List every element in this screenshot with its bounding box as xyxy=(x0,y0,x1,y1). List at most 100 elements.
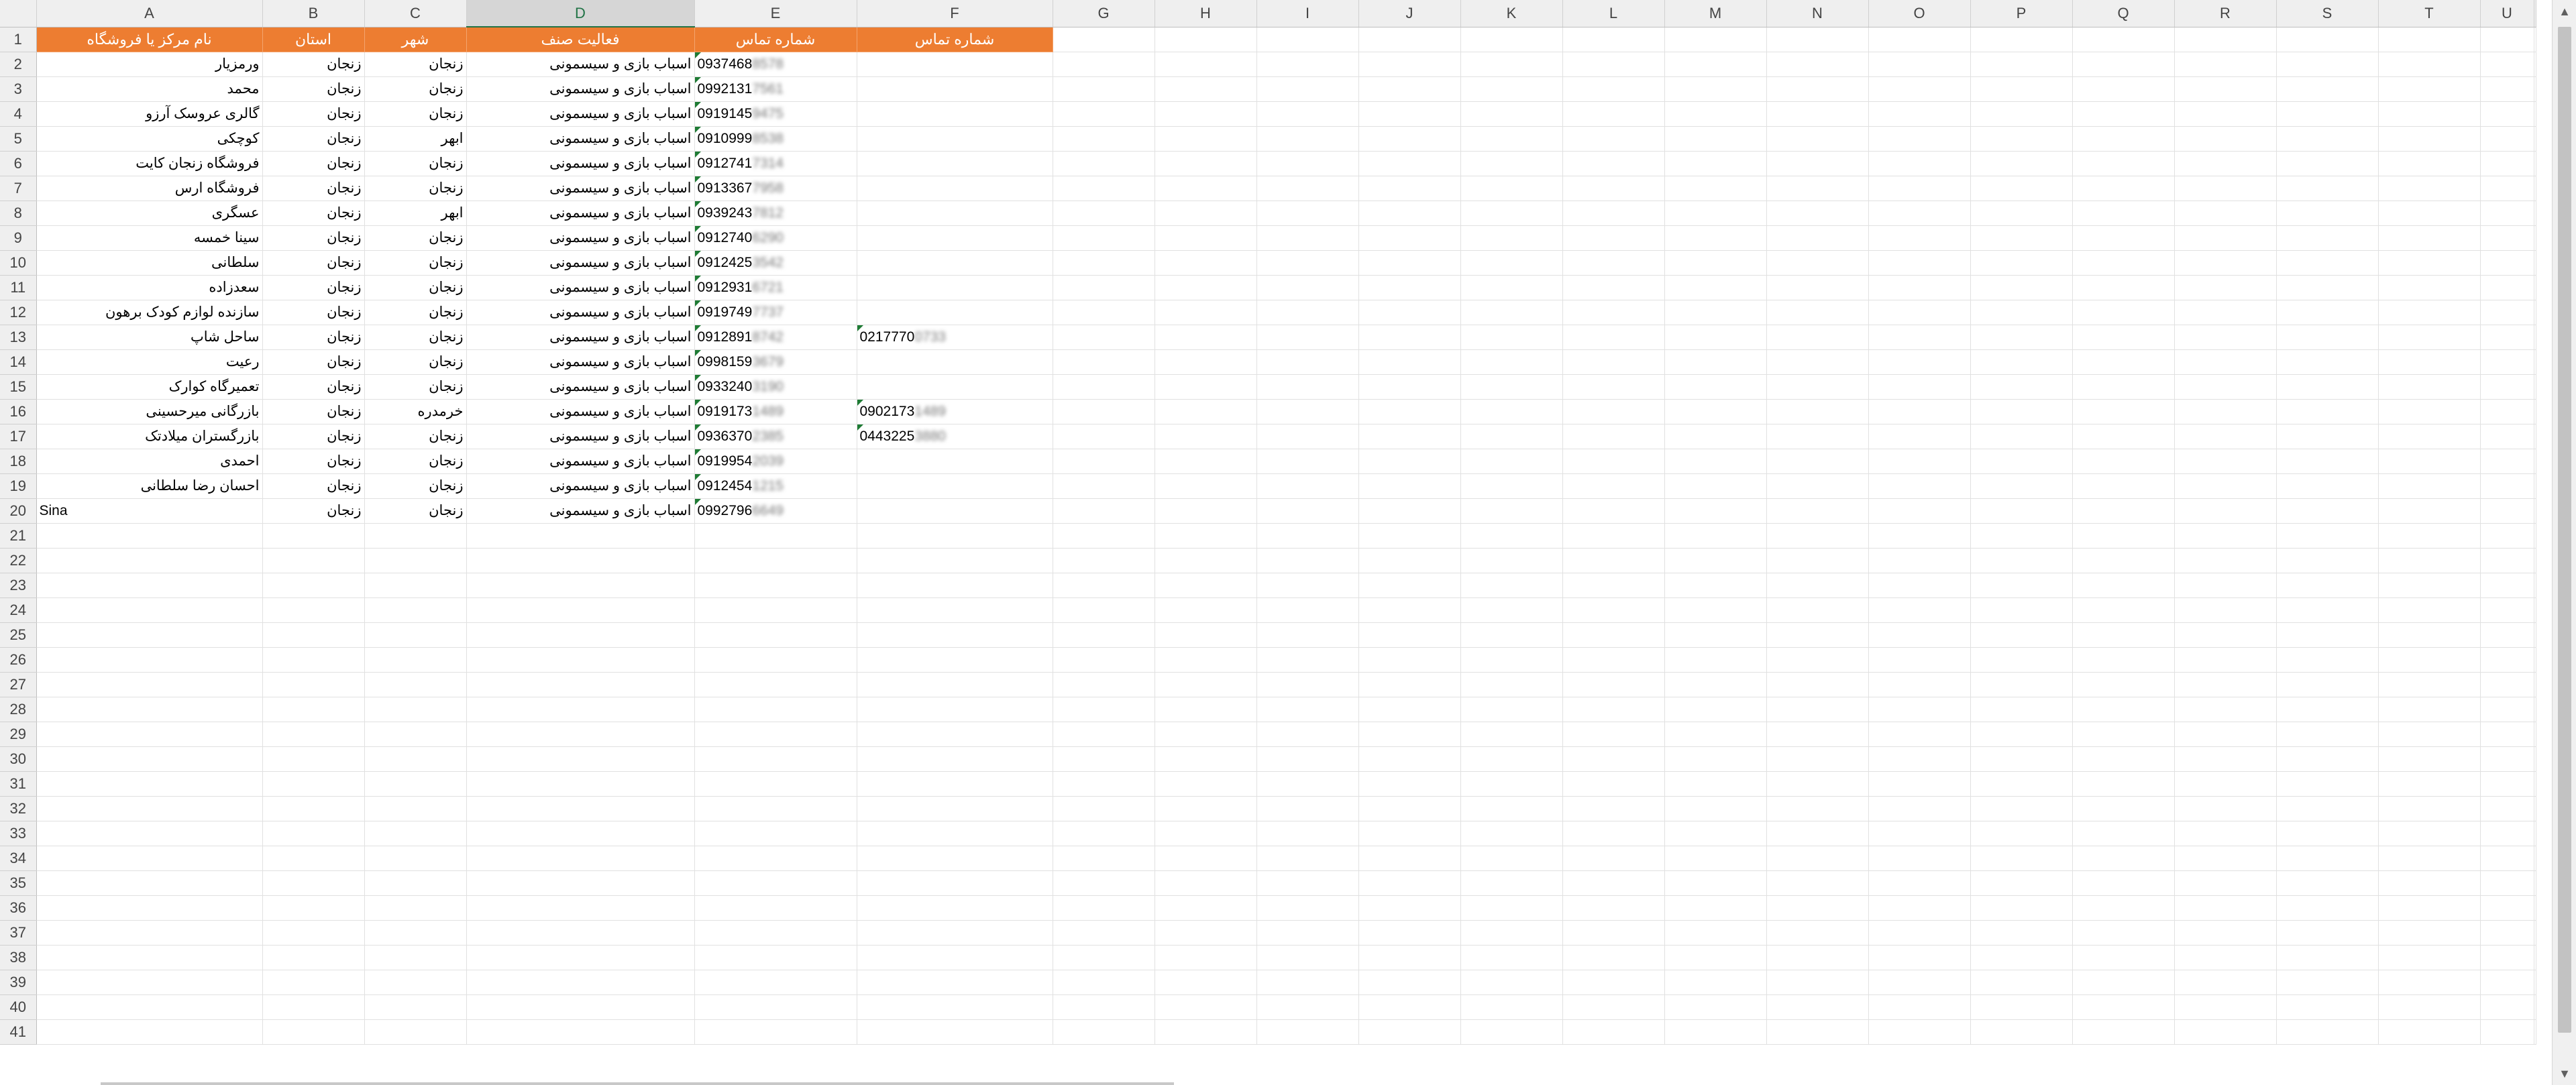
empty-cell[interactable] xyxy=(2072,424,2175,449)
empty-cell[interactable] xyxy=(364,920,467,946)
empty-cell[interactable] xyxy=(2534,994,2536,1020)
empty-cell[interactable] xyxy=(1970,449,2073,474)
cell-activity[interactable]: اسباب بازی و سیسمونی xyxy=(466,176,695,201)
empty-cell[interactable] xyxy=(1766,622,1869,648)
cell-province[interactable]: زنجان xyxy=(262,151,365,176)
empty-cell[interactable] xyxy=(2276,250,2379,276)
empty-cell[interactable] xyxy=(2480,275,2534,300)
empty-cell[interactable] xyxy=(2534,597,2536,623)
empty-cell[interactable] xyxy=(2276,697,2379,722)
empty-cell[interactable] xyxy=(466,746,695,772)
empty-cell[interactable] xyxy=(1460,895,1563,921)
empty-cell[interactable] xyxy=(466,870,695,896)
column-header-k[interactable]: K xyxy=(1460,0,1563,27)
empty-cell[interactable] xyxy=(2276,622,2379,648)
empty-cell[interactable] xyxy=(1358,76,1461,102)
empty-cell[interactable] xyxy=(1460,846,1563,871)
empty-cell[interactable] xyxy=(2480,895,2534,921)
empty-cell[interactable] xyxy=(466,647,695,673)
empty-cell[interactable] xyxy=(1562,176,1665,201)
cell-province[interactable]: زنجان xyxy=(262,473,365,499)
empty-cell[interactable] xyxy=(1358,449,1461,474)
empty-cell[interactable] xyxy=(694,846,857,871)
empty-cell[interactable] xyxy=(694,573,857,598)
cell-city[interactable]: ابهر xyxy=(364,126,467,152)
empty-cell[interactable] xyxy=(1460,424,1563,449)
empty-cell[interactable] xyxy=(857,970,1053,995)
empty-cell[interactable] xyxy=(2378,473,2481,499)
empty-cell[interactable] xyxy=(2480,1019,2534,1045)
empty-cell[interactable] xyxy=(1256,449,1359,474)
cell-phone-2[interactable]: 02177700733 xyxy=(857,325,1053,350)
empty-cell[interactable] xyxy=(2480,672,2534,697)
row-header[interactable]: 32 xyxy=(0,796,37,821)
empty-cell[interactable] xyxy=(1155,994,1257,1020)
empty-cell[interactable] xyxy=(1460,101,1563,127)
cell-phone-2[interactable]: 09021731489 xyxy=(857,399,1053,424)
cell-city[interactable]: ابهر xyxy=(364,201,467,226)
cell-name[interactable]: رعیت xyxy=(36,349,263,375)
empty-cell[interactable] xyxy=(1766,250,1869,276)
empty-cell[interactable] xyxy=(2534,920,2536,946)
empty-cell[interactable] xyxy=(1256,250,1359,276)
cell-city[interactable]: زنجان xyxy=(364,449,467,474)
empty-cell[interactable] xyxy=(1256,821,1359,846)
empty-cell[interactable] xyxy=(1256,399,1359,424)
empty-cell[interactable] xyxy=(1970,27,2073,52)
column-header-o[interactable]: O xyxy=(1868,0,1971,27)
empty-cell[interactable] xyxy=(2480,523,2534,549)
empty-cell[interactable] xyxy=(2378,101,2481,127)
empty-cell[interactable] xyxy=(1358,473,1461,499)
empty-cell[interactable] xyxy=(466,994,695,1020)
empty-cell[interactable] xyxy=(1868,746,1971,772)
cell-activity[interactable]: اسباب بازی و سیسمونی xyxy=(466,126,695,152)
empty-cell[interactable] xyxy=(2480,746,2534,772)
empty-cell[interactable] xyxy=(364,846,467,871)
empty-cell[interactable] xyxy=(36,945,263,970)
empty-cell[interactable] xyxy=(1053,672,1155,697)
empty-cell[interactable] xyxy=(1664,970,1767,995)
empty-cell[interactable] xyxy=(2072,225,2175,251)
empty-cell[interactable] xyxy=(2480,473,2534,499)
empty-cell[interactable] xyxy=(1155,771,1257,797)
cell-province[interactable]: زنجان xyxy=(262,275,365,300)
empty-cell[interactable] xyxy=(2480,449,2534,474)
empty-cell[interactable] xyxy=(1358,920,1461,946)
row-header[interactable]: 7 xyxy=(0,176,37,201)
empty-cell[interactable] xyxy=(1053,473,1155,499)
empty-cell[interactable] xyxy=(364,1019,467,1045)
cell-phone-2[interactable]: 04432253880 xyxy=(857,424,1053,449)
empty-cell[interactable] xyxy=(1053,176,1155,201)
empty-cell[interactable] xyxy=(1460,225,1563,251)
empty-cell[interactable] xyxy=(857,870,1053,896)
empty-cell[interactable] xyxy=(1256,349,1359,375)
empty-cell[interactable] xyxy=(1358,548,1461,573)
cell-name[interactable]: Sina xyxy=(36,498,263,524)
empty-cell[interactable] xyxy=(466,846,695,871)
cell-province[interactable]: زنجان xyxy=(262,374,365,400)
cell-phone-1[interactable]: 09363702385 xyxy=(694,424,857,449)
row-header[interactable]: 4 xyxy=(0,101,37,127)
empty-cell[interactable] xyxy=(2480,424,2534,449)
empty-cell[interactable] xyxy=(1664,920,1767,946)
empty-cell[interactable] xyxy=(2480,101,2534,127)
empty-cell[interactable] xyxy=(262,548,365,573)
empty-cell[interactable] xyxy=(2174,201,2277,226)
empty-cell[interactable] xyxy=(2480,52,2534,77)
empty-cell[interactable] xyxy=(36,647,263,673)
cell-name[interactable]: فروشگاه زنجان کایت xyxy=(36,151,263,176)
empty-cell[interactable] xyxy=(2174,101,2277,127)
cell-activity[interactable]: اسباب بازی و سیسمونی xyxy=(466,101,695,127)
empty-cell[interactable] xyxy=(857,771,1053,797)
empty-cell[interactable] xyxy=(466,523,695,549)
empty-cell[interactable] xyxy=(2072,895,2175,921)
row-header[interactable]: 39 xyxy=(0,970,37,995)
empty-cell[interactable] xyxy=(2480,920,2534,946)
empty-cell[interactable] xyxy=(466,1019,695,1045)
cell-phone-1[interactable]: 09981593679 xyxy=(694,349,857,375)
empty-cell[interactable] xyxy=(1562,622,1665,648)
empty-cell[interactable] xyxy=(1868,225,1971,251)
empty-cell[interactable] xyxy=(1970,846,2073,871)
empty-cell[interactable] xyxy=(2174,349,2277,375)
empty-cell[interactable] xyxy=(1562,548,1665,573)
